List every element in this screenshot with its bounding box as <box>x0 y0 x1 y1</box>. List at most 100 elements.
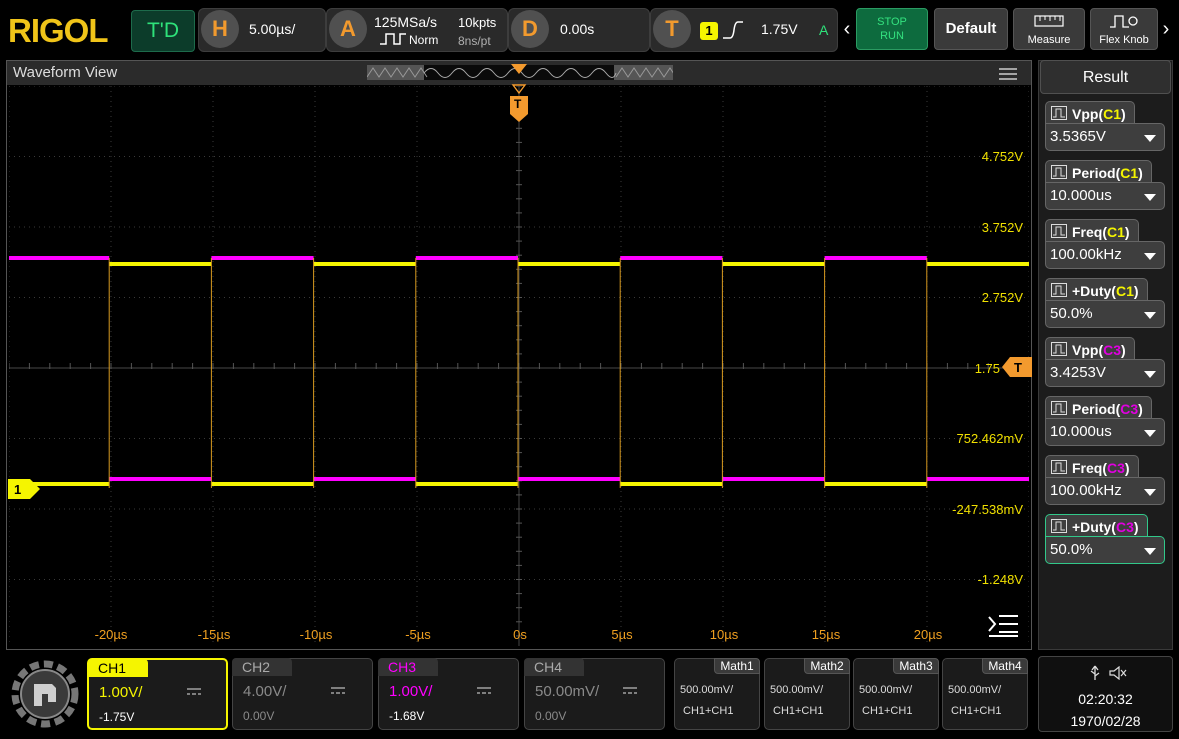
math-2-box[interactable]: Math2 500.00mV/CH1+CH1 <box>764 658 850 730</box>
measurement-value-field[interactable]: 50.0% <box>1045 536 1165 564</box>
measurement-tab: Freq(C1) <box>1045 219 1139 243</box>
y-label-2: 3.752V <box>981 220 1023 235</box>
measurement-item[interactable]: Period(C1) 10.000us <box>1045 160 1165 210</box>
x-label-3: -10µs <box>299 627 333 642</box>
dropdown-arrow-icon[interactable] <box>1144 312 1156 319</box>
measurement-value-field[interactable]: 10.000us <box>1045 418 1165 446</box>
x-label-5: 0s <box>513 627 527 642</box>
default-button[interactable]: Default <box>934 8 1008 50</box>
measurement-item[interactable]: Freq(C1) 100.00kHz <box>1045 219 1165 269</box>
x-label-1: -20µs <box>94 627 128 642</box>
channel-2-box[interactable]: CH2 4.00V/0.00V <box>232 658 373 730</box>
flex-knob-label: Flex Knob <box>1099 34 1149 46</box>
measurement-value-field[interactable]: 100.00kHz <box>1045 241 1165 269</box>
measurement-name: +Duty <box>1072 519 1112 535</box>
status-clock-panel[interactable]: 02:20:32 1970/02/28 <box>1038 656 1173 732</box>
measurement-name: Period <box>1072 401 1116 417</box>
run-label: RUN <box>880 30 904 42</box>
measurement-value-field[interactable]: 3.4253V <box>1045 359 1165 387</box>
measurement-name: Period <box>1072 165 1116 181</box>
measurement-item[interactable]: +Duty(C3) 50.0% <box>1045 514 1165 564</box>
channel-1-box[interactable]: CH1 1.00V/ -1.75V <box>87 658 228 730</box>
measurement-name: Freq <box>1072 460 1103 476</box>
memory-depth: 10kpts <box>458 15 497 30</box>
measurement-type-icon <box>1051 401 1067 415</box>
expand-menu-icon[interactable] <box>987 614 1019 638</box>
measurement-tab: Vpp(C3) <box>1045 337 1135 361</box>
math-scale: 500.00mV/ <box>859 684 913 696</box>
gear-menu-icon[interactable] <box>8 656 82 732</box>
measurement-name: +Duty <box>1072 283 1112 299</box>
horizontal-key[interactable]: H <box>201 10 239 48</box>
channel-scale: 4.00V/ <box>243 683 287 700</box>
trigger-level-label: 1.75 <box>974 361 1000 376</box>
channel-offset: 0.00V <box>535 709 567 723</box>
dropdown-arrow-icon[interactable] <box>1144 194 1156 201</box>
rigol-logo: RIGOL <box>8 12 108 49</box>
dropdown-arrow-icon[interactable] <box>1144 135 1156 142</box>
scroll-right-button[interactable]: › <box>1159 8 1173 50</box>
waveform-grid <box>9 86 1029 646</box>
measure-button[interactable]: Measure <box>1013 8 1085 50</box>
measurement-type-icon <box>1051 106 1067 120</box>
y-label-1: 4.752V <box>981 149 1023 164</box>
trigger-status-button[interactable]: T'D <box>131 10 195 52</box>
trigger-key[interactable]: T <box>653 10 691 48</box>
dropdown-arrow-icon[interactable] <box>1144 253 1156 260</box>
math-4-box[interactable]: Math4 500.00mV/CH1+CH1 <box>942 658 1028 730</box>
measurement-value: 10.000us <box>1050 187 1112 204</box>
acquire-mode: Norm <box>409 33 439 47</box>
measurement-value: 50.0% <box>1050 305 1093 322</box>
channel-4-box[interactable]: CH4 50.00mV/0.00V <box>524 658 665 730</box>
measurement-tab: Freq(C3) <box>1045 455 1139 479</box>
scroll-left-button[interactable]: ‹ <box>840 8 854 50</box>
dropdown-arrow-icon[interactable] <box>1144 489 1156 496</box>
run-stop-button[interactable]: STOP RUN <box>856 8 928 50</box>
math-scale: 500.00mV/ <box>680 684 734 696</box>
measurement-item[interactable]: Vpp(C1) 3.5365V <box>1045 101 1165 151</box>
measurement-value-field[interactable]: 100.00kHz <box>1045 477 1165 505</box>
channel-offset: 0.00V <box>243 709 275 723</box>
trigger-position-marker[interactable] <box>510 63 528 75</box>
math-scale: 500.00mV/ <box>948 684 1002 696</box>
flex-knob-button[interactable]: Flex Knob <box>1090 8 1158 50</box>
measurement-value-field[interactable]: 10.000us <box>1045 182 1165 210</box>
flex-knob-icon <box>1110 15 1138 28</box>
math-source: CH1+CH1 <box>683 705 734 717</box>
delay-key[interactable]: D <box>511 10 549 48</box>
measurement-name: Freq <box>1072 224 1103 240</box>
y-label-5: -247.538mV <box>952 502 1023 517</box>
clock-date: 1970/02/28 <box>1070 713 1141 729</box>
measurement-value: 3.4253V <box>1050 364 1106 381</box>
trigger-level-marker-label: T <box>1014 360 1022 375</box>
measurement-tab: Period(C3) <box>1045 396 1152 420</box>
measurement-type-icon <box>1051 224 1067 238</box>
measurement-value-field[interactable]: 50.0% <box>1045 300 1165 328</box>
x-label-6: 5µs <box>611 627 633 642</box>
graticule <box>9 86 1029 646</box>
measurement-item[interactable]: +Duty(C1) 50.0% <box>1045 278 1165 328</box>
measurement-source: C1 <box>1120 165 1139 181</box>
math-3-box[interactable]: Math3 500.00mV/CH1+CH1 <box>853 658 939 730</box>
measurement-item[interactable]: Vpp(C3) 3.4253V <box>1045 337 1165 387</box>
channel-3-box[interactable]: CH3 1.00V/ -1.68V <box>378 658 519 730</box>
dropdown-arrow-icon[interactable] <box>1144 548 1156 555</box>
math-label: Math2 <box>804 658 850 674</box>
measurement-source: C3 <box>1107 460 1125 476</box>
measurement-item[interactable]: Freq(C3) 100.00kHz <box>1045 455 1165 505</box>
math-1-box[interactable]: Math1 500.00mV/CH1+CH1 <box>674 658 760 730</box>
channel-offset: -1.68V <box>389 709 425 723</box>
channel-scale: 1.00V/ <box>389 683 433 700</box>
dropdown-arrow-icon[interactable] <box>1144 371 1156 378</box>
measurement-tab: +Duty(C1) <box>1045 278 1148 302</box>
usb-icon <box>1090 665 1100 680</box>
x-label-9: 20µs <box>913 627 943 642</box>
dc-coupling-icon <box>477 687 491 694</box>
ch1-offset-marker[interactable] <box>8 479 40 499</box>
measurement-item[interactable]: Period(C3) 10.000us <box>1045 396 1165 446</box>
measurement-source: C1 <box>1103 106 1122 122</box>
menu-icon[interactable] <box>999 67 1017 81</box>
acquire-key[interactable]: A <box>329 10 367 48</box>
dropdown-arrow-icon[interactable] <box>1144 430 1156 437</box>
measurement-value-field[interactable]: 3.5365V <box>1045 123 1165 151</box>
